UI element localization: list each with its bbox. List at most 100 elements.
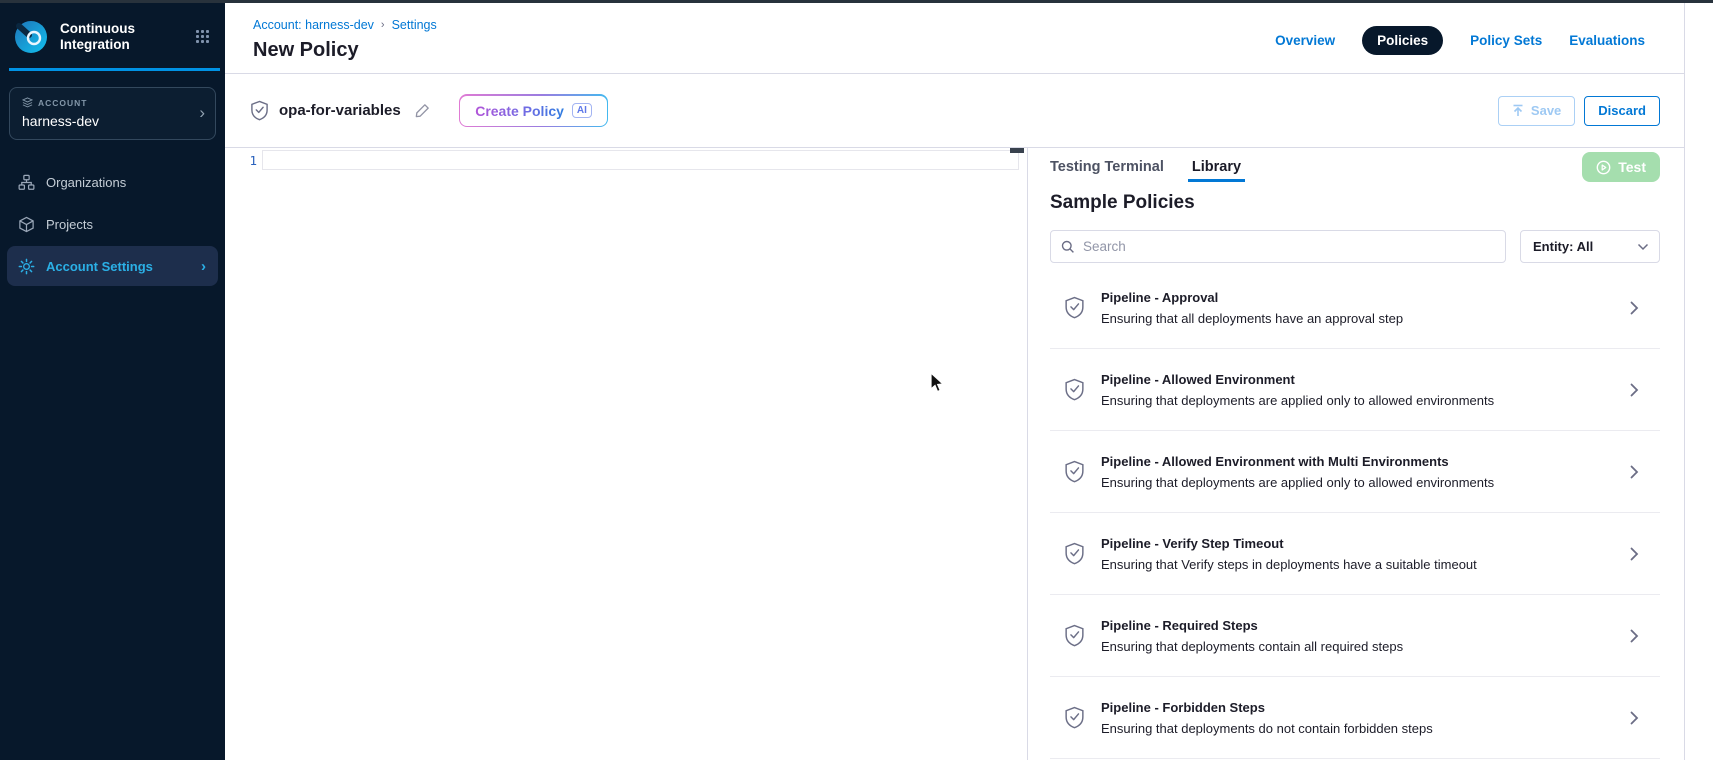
chevron-down-icon <box>1637 243 1649 251</box>
policy-description: Ensuring that deployments contain all re… <box>1101 639 1403 654</box>
chevron-right-icon[interactable] <box>1612 464 1658 480</box>
policy-texts: Pipeline - Verify Step Timeout Ensuring … <box>1101 536 1477 572</box>
entity-filter-dropdown[interactable]: Entity: All <box>1520 230 1660 263</box>
tab-policies[interactable]: Policies <box>1362 26 1443 55</box>
sidebar-header: Continuous Integration <box>0 0 225 68</box>
policy-list-item[interactable]: Pipeline - Approval Ensuring that all de… <box>1050 267 1660 349</box>
product-name-line2: Integration <box>60 37 196 53</box>
main-area: Account: harness-dev › Settings New Poli… <box>225 0 1684 760</box>
policy-toolbar: opa-for-variables Create Policy AI <box>225 74 1684 148</box>
save-label: Save <box>1531 103 1561 118</box>
chevron-right-icon[interactable] <box>1612 546 1658 562</box>
policy-title: Pipeline - Allowed Environment <box>1101 372 1494 387</box>
test-label: Test <box>1618 159 1646 175</box>
app-root: Continuous Integration ACCOUNT harness-d… <box>0 0 1713 760</box>
tab-policy-sets[interactable]: Policy Sets <box>1470 33 1542 48</box>
account-selector[interactable]: ACCOUNT harness-dev › <box>9 87 216 140</box>
sidebar-item-label: Organizations <box>46 175 126 190</box>
policy-title: Pipeline - Verify Step Timeout <box>1101 536 1477 551</box>
policy-list-item[interactable]: Pipeline - Required Steps Ensuring that … <box>1050 595 1660 677</box>
organizations-icon <box>18 174 35 191</box>
module-accent-bar <box>9 68 220 71</box>
policy-code-editor[interactable]: 1 <box>225 148 1027 760</box>
save-button[interactable]: Save <box>1498 96 1575 126</box>
tab-overview[interactable]: Overview <box>1275 33 1335 48</box>
editor-current-line[interactable] <box>262 150 1019 170</box>
play-circle-icon <box>1596 160 1611 175</box>
policy-list-item[interactable]: Pipeline - Forbidden Steps Ensuring that… <box>1050 677 1660 759</box>
sidebar-item-account-settings[interactable]: Account Settings › <box>7 246 218 286</box>
policy-list-item[interactable]: Pipeline - Verify Step Timeout Ensuring … <box>1050 513 1660 595</box>
sidebar: Continuous Integration ACCOUNT harness-d… <box>0 0 225 760</box>
policy-texts: Pipeline - Required Steps Ensuring that … <box>1101 618 1403 654</box>
policy-title: Pipeline - Required Steps <box>1101 618 1403 633</box>
discard-label: Discard <box>1598 103 1646 118</box>
content-row: 1 Testing Terminal Library Test <box>225 148 1684 760</box>
policy-title: Pipeline - Allowed Environment with Mult… <box>1101 454 1494 469</box>
chevron-right-icon: › <box>199 103 205 123</box>
policy-description: Ensuring that deployments do not contain… <box>1101 721 1433 736</box>
policy-description: Ensuring that deployments are applied on… <box>1101 393 1494 408</box>
ai-badge: AI <box>572 103 592 118</box>
policy-shield-icon <box>1064 296 1085 319</box>
upload-icon <box>1512 104 1524 117</box>
chevron-right-icon[interactable] <box>1612 628 1658 644</box>
policy-texts: Pipeline - Allowed Environment with Mult… <box>1101 454 1494 490</box>
policy-shield-icon <box>1064 624 1085 647</box>
policy-description: Ensuring that deployments are applied on… <box>1101 475 1494 490</box>
page-header: Account: harness-dev › Settings New Poli… <box>225 3 1684 74</box>
edit-pencil-icon[interactable] <box>414 102 431 119</box>
policy-texts: Pipeline - Forbidden Steps Ensuring that… <box>1101 700 1433 736</box>
search-icon <box>1061 240 1075 254</box>
policy-description: Ensuring that all deployments have an ap… <box>1101 311 1403 326</box>
sidebar-item-label: Account Settings <box>46 259 153 274</box>
policy-list-item[interactable]: Pipeline - Allowed Environment Ensuring … <box>1050 349 1660 431</box>
chevron-right-icon: › <box>201 258 206 275</box>
discard-button[interactable]: Discard <box>1584 96 1660 126</box>
header-tabs: Overview Policies Policy Sets Evaluation… <box>1275 26 1645 55</box>
sidebar-nav: Organizations Projects <box>0 162 225 286</box>
policy-shield-icon <box>1064 542 1085 565</box>
gear-icon <box>18 258 35 275</box>
account-label: ACCOUNT <box>38 98 88 108</box>
harness-ci-logo[interactable] <box>14 20 48 54</box>
policy-name: opa-for-variables <box>279 102 401 119</box>
tab-library[interactable]: Library <box>1192 159 1241 175</box>
policy-shield-icon <box>1064 460 1085 483</box>
create-policy-label: Create Policy <box>475 103 564 119</box>
scrollbar-gutter[interactable] <box>1684 0 1713 760</box>
chevron-right-icon[interactable] <box>1612 710 1658 726</box>
policy-shield-icon <box>1064 706 1085 729</box>
policy-shield-icon <box>250 100 269 121</box>
editor-line-number: 1 <box>225 153 257 168</box>
policy-list-item[interactable]: Pipeline - Allowed Environment with Mult… <box>1050 431 1660 513</box>
module-switcher-icon[interactable] <box>196 30 211 45</box>
create-policy-button[interactable]: Create Policy AI <box>459 94 609 127</box>
policy-shield-icon <box>1064 378 1085 401</box>
projects-icon <box>18 216 35 233</box>
tab-testing-terminal[interactable]: Testing Terminal <box>1050 159 1164 175</box>
account-name: harness-dev <box>22 113 203 129</box>
test-button[interactable]: Test <box>1582 152 1660 182</box>
filter-row: Entity: All <box>1050 230 1660 263</box>
policy-list: Pipeline - Approval Ensuring that all de… <box>1050 267 1660 759</box>
chevron-right-icon[interactable] <box>1612 382 1658 398</box>
search-input[interactable] <box>1083 239 1495 254</box>
library-panel: Testing Terminal Library Test Sample Pol… <box>1027 148 1684 760</box>
policy-texts: Pipeline - Allowed Environment Ensuring … <box>1101 372 1494 408</box>
breadcrumb-settings-link[interactable]: Settings <box>392 18 437 32</box>
breadcrumb-account-link[interactable]: Account: harness-dev <box>253 18 374 32</box>
panel-tabs: Testing Terminal Library Test <box>1050 148 1660 186</box>
product-name: Continuous Integration <box>60 21 196 53</box>
window-top-strip <box>0 0 1713 3</box>
chevron-right-icon[interactable] <box>1612 300 1658 316</box>
sidebar-item-projects[interactable]: Projects <box>7 204 218 244</box>
policy-description: Ensuring that Verify steps in deployment… <box>1101 557 1477 572</box>
sample-policies-heading: Sample Policies <box>1050 192 1660 218</box>
tab-evaluations[interactable]: Evaluations <box>1569 33 1645 48</box>
breadcrumb-separator: › <box>381 19 385 31</box>
policy-texts: Pipeline - Approval Ensuring that all de… <box>1101 290 1403 326</box>
search-box[interactable] <box>1050 230 1506 263</box>
sidebar-item-label: Projects <box>46 217 93 232</box>
sidebar-item-organizations[interactable]: Organizations <box>7 162 218 202</box>
